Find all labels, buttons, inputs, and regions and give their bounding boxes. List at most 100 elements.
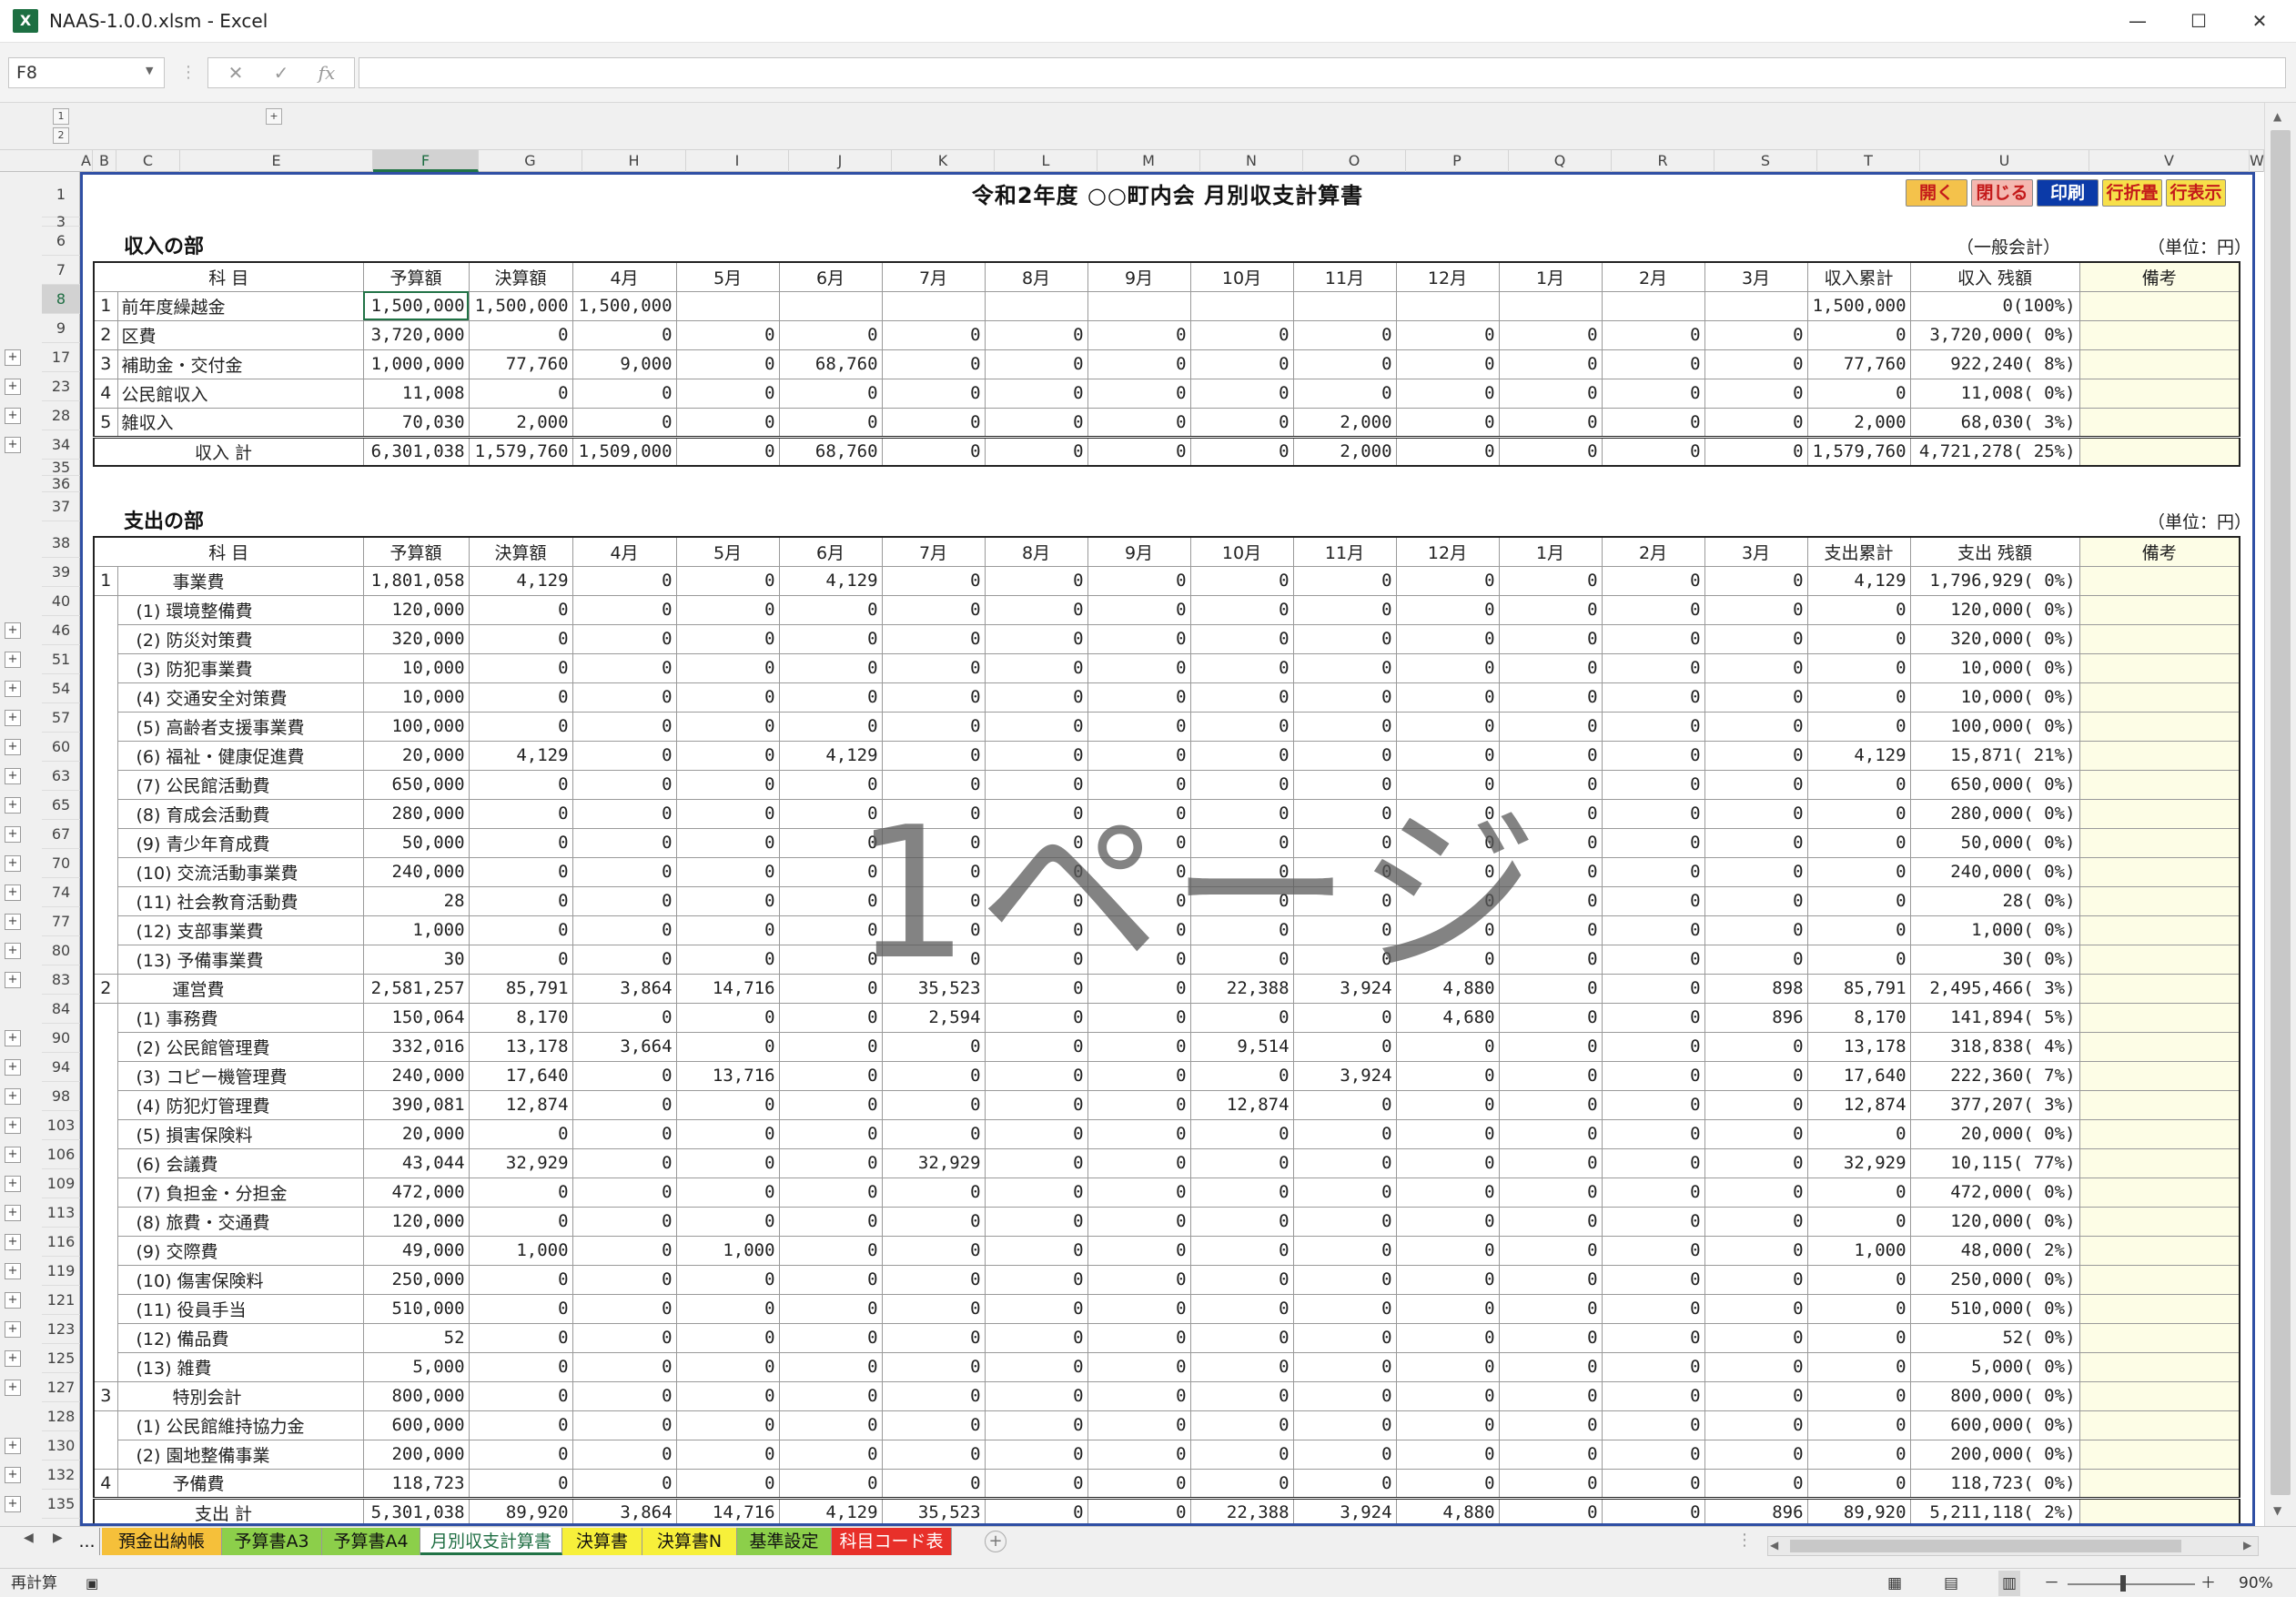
- cumulative-cell[interactable]: 0: [1806, 682, 1911, 713]
- value-cell[interactable]: 0: [984, 856, 1088, 887]
- cumulative-cell[interactable]: 0: [1806, 1322, 1911, 1353]
- value-cell[interactable]: 0: [468, 594, 573, 625]
- value-cell[interactable]: 0: [675, 1380, 780, 1411]
- value-cell[interactable]: 0: [778, 1147, 883, 1178]
- value-cell[interactable]: 1,000: [362, 915, 470, 945]
- value-cell[interactable]: [881, 290, 986, 321]
- maximize-button[interactable]: ☐: [2165, 0, 2232, 43]
- value-cell[interactable]: 0: [881, 1060, 986, 1091]
- value-cell[interactable]: 0: [1395, 623, 1500, 654]
- value-cell[interactable]: 0: [881, 740, 986, 771]
- column-header[interactable]: N: [1200, 150, 1303, 172]
- value-cell[interactable]: 0: [1292, 594, 1397, 625]
- row-header[interactable]: 46: [42, 616, 80, 645]
- value-cell[interactable]: 0: [1498, 1177, 1603, 1208]
- value-cell[interactable]: 0: [675, 915, 780, 945]
- item-label[interactable]: (11) 社会教育活動費: [116, 885, 364, 916]
- value-cell[interactable]: 0: [1704, 856, 1808, 887]
- value-cell[interactable]: 0: [1292, 1206, 1397, 1237]
- value-cell[interactable]: 0: [468, 378, 573, 409]
- note-cell[interactable]: [2079, 594, 2240, 625]
- value-cell[interactable]: 0: [881, 1089, 986, 1120]
- value-cell[interactable]: 0: [1601, 973, 1705, 1004]
- note-cell[interactable]: [2079, 319, 2240, 350]
- value-cell[interactable]: 0: [778, 594, 883, 625]
- total-cumulative-cell[interactable]: 1,579,760: [1806, 435, 1911, 467]
- value-cell[interactable]: 0: [1189, 1351, 1294, 1382]
- value-cell[interactable]: 0: [1189, 1177, 1294, 1208]
- row-header[interactable]: 37: [42, 492, 80, 521]
- item-label[interactable]: (12) 支部事業費: [116, 915, 364, 945]
- value-cell[interactable]: 1,000,000: [362, 349, 470, 379]
- value-cell[interactable]: 240,000: [362, 1060, 470, 1091]
- value-cell[interactable]: 0: [1395, 565, 1500, 596]
- value-cell[interactable]: [984, 290, 1088, 321]
- value-cell[interactable]: 2,000: [1292, 407, 1397, 438]
- item-label[interactable]: (3) コピー機管理費: [116, 1060, 364, 1091]
- cumulative-cell[interactable]: 0: [1806, 1206, 1911, 1237]
- item-label[interactable]: (2) 防災対策費: [116, 623, 364, 654]
- remaining-cell[interactable]: 68,030( 3%): [1909, 407, 2080, 438]
- value-cell[interactable]: 0: [1395, 1293, 1500, 1324]
- value-cell[interactable]: 0: [468, 827, 573, 858]
- value-cell[interactable]: 0: [1189, 1002, 1294, 1033]
- row-header[interactable]: 128: [42, 1402, 80, 1431]
- value-cell[interactable]: 0: [1292, 1322, 1397, 1353]
- row-header[interactable]: 116: [42, 1228, 80, 1257]
- cumulative-cell[interactable]: 1,000: [1806, 1235, 1911, 1266]
- cumulative-cell[interactable]: 0: [1806, 652, 1911, 683]
- row-header[interactable]: 132: [42, 1461, 80, 1490]
- value-cell[interactable]: 390,081: [362, 1089, 470, 1120]
- total-value-cell[interactable]: 0: [881, 435, 986, 467]
- value-cell[interactable]: 30: [362, 944, 470, 975]
- value-cell[interactable]: 0: [571, 1264, 677, 1295]
- value-cell[interactable]: 0: [468, 319, 573, 350]
- cumulative-cell[interactable]: 0: [1806, 1410, 1911, 1440]
- value-cell[interactable]: 0: [1292, 652, 1397, 683]
- row-header[interactable]: 130: [42, 1431, 80, 1461]
- value-cell[interactable]: 0: [1704, 1439, 1808, 1470]
- value-cell[interactable]: 0: [1704, 1410, 1808, 1440]
- value-cell[interactable]: 0: [984, 1468, 1088, 1499]
- value-cell[interactable]: 0: [1601, 798, 1705, 829]
- value-cell[interactable]: 0: [1292, 1089, 1397, 1120]
- remaining-cell[interactable]: 28( 0%): [1909, 885, 2080, 916]
- value-cell[interactable]: 0: [1704, 740, 1808, 771]
- value-cell[interactable]: 0: [1704, 349, 1808, 379]
- value-cell[interactable]: 0: [1189, 1147, 1294, 1178]
- value-cell[interactable]: 0: [1292, 1147, 1397, 1178]
- cumulative-cell[interactable]: 1,500,000: [1806, 290, 1911, 321]
- value-cell[interactable]: 600,000: [362, 1410, 470, 1440]
- value-cell[interactable]: 0: [1292, 349, 1397, 379]
- remaining-cell[interactable]: 10,000( 0%): [1909, 682, 2080, 713]
- value-cell[interactable]: 0: [984, 798, 1088, 829]
- row-expand-button[interactable]: +: [5, 1438, 21, 1454]
- value-cell[interactable]: 0: [881, 1235, 986, 1266]
- total-value-cell[interactable]: 4,880: [1395, 1496, 1500, 1526]
- value-cell[interactable]: 0: [1189, 740, 1294, 771]
- column-header[interactable]: Q: [1509, 150, 1612, 172]
- value-cell[interactable]: 0: [1498, 565, 1603, 596]
- total-value-cell[interactable]: 0: [1498, 435, 1603, 467]
- value-cell[interactable]: 0: [1395, 1147, 1500, 1178]
- value-cell[interactable]: 0: [984, 319, 1088, 350]
- value-cell[interactable]: 0: [468, 1380, 573, 1411]
- column-header[interactable]: T: [1817, 150, 1920, 172]
- value-cell[interactable]: 0: [468, 711, 573, 742]
- row-header[interactable]: 39: [42, 558, 80, 587]
- value-cell[interactable]: 0: [675, 1264, 780, 1295]
- value-cell[interactable]: 0: [1189, 1468, 1294, 1499]
- value-cell[interactable]: 0: [1292, 711, 1397, 742]
- value-cell[interactable]: 0: [1087, 1235, 1191, 1266]
- note-cell[interactable]: [2079, 973, 2240, 1004]
- macro-button-1[interactable]: 開く: [1906, 179, 1967, 207]
- value-cell[interactable]: 0: [1498, 827, 1603, 858]
- row-header[interactable]: 1: [42, 172, 80, 217]
- value-cell[interactable]: 0: [1498, 1264, 1603, 1295]
- item-label[interactable]: 公民館収入: [116, 378, 364, 409]
- page-layout-view-icon[interactable]: ▤: [1944, 1571, 1958, 1596]
- value-cell[interactable]: 0: [468, 623, 573, 654]
- row-expand-button[interactable]: +: [5, 1321, 21, 1338]
- cumulative-cell[interactable]: 0: [1806, 798, 1911, 829]
- value-cell[interactable]: 0: [881, 623, 986, 654]
